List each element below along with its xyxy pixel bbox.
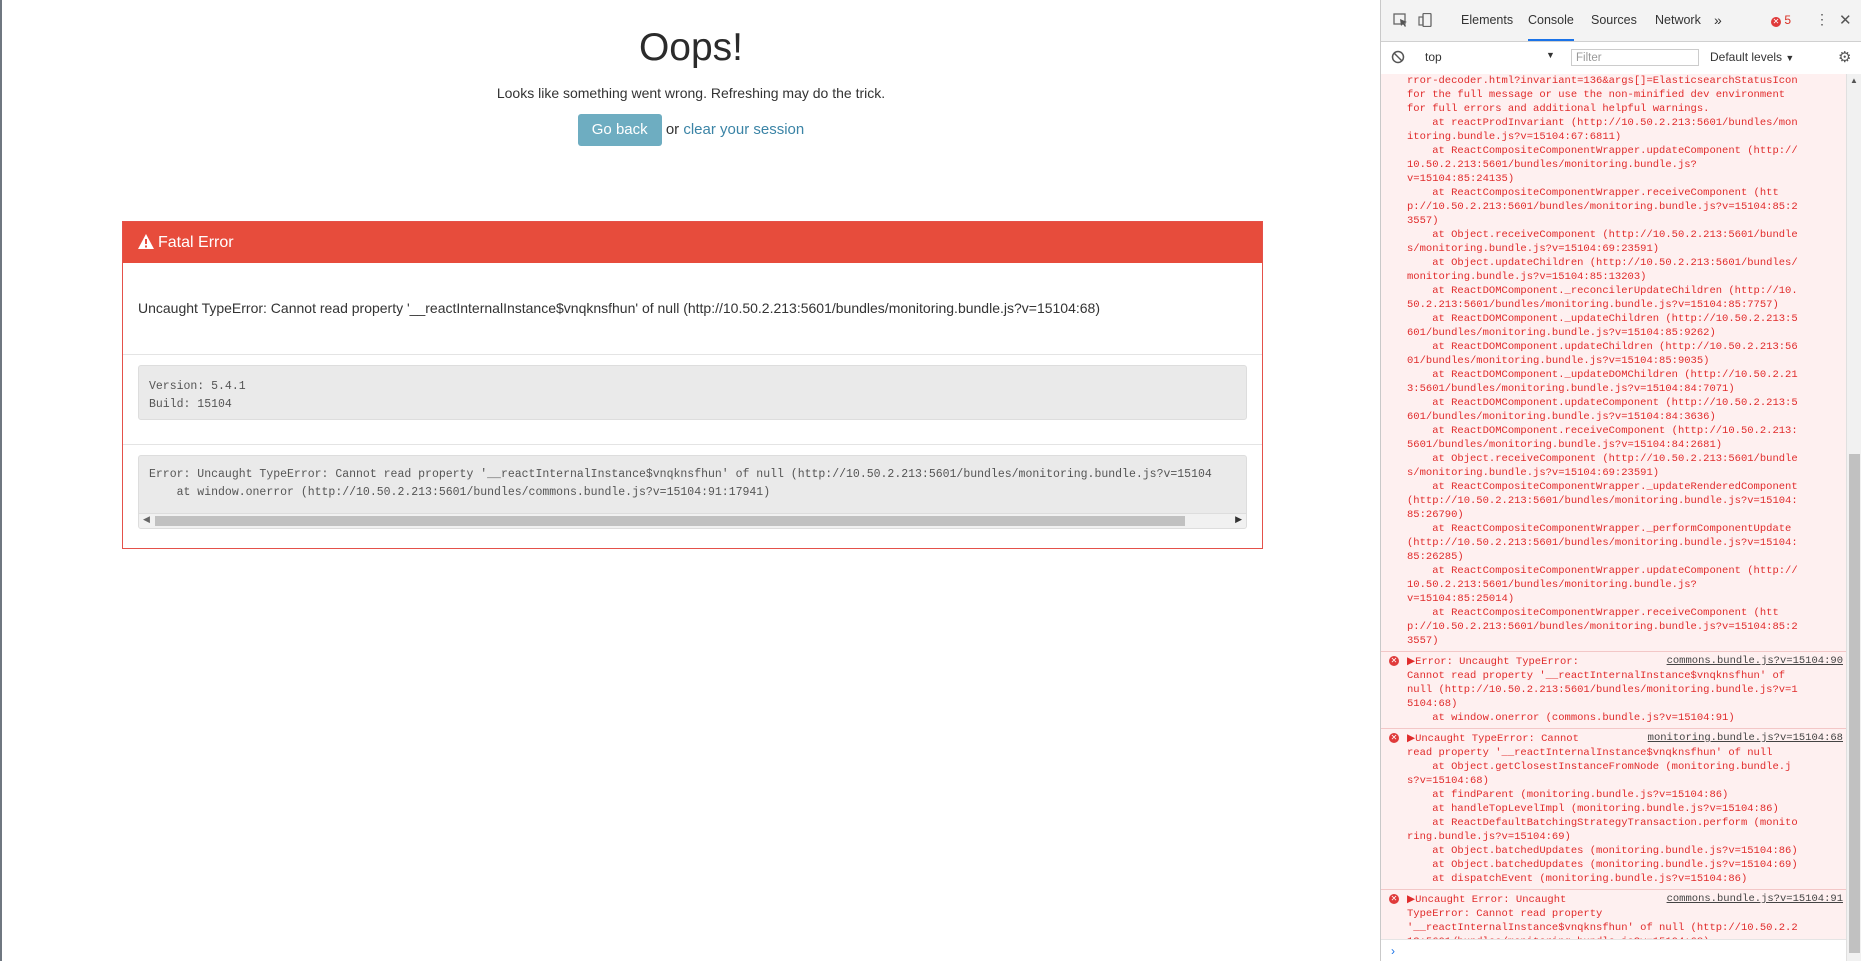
error-actions: Go back or clear your session — [2, 114, 1380, 146]
log-levels-label: Default levels — [1710, 50, 1783, 64]
error-icon: ✕ — [1389, 733, 1399, 743]
console-filter-bar: top ▼ Filter Default levels ▼ ⚙ — [1381, 42, 1861, 75]
inspect-element-icon[interactable] — [1393, 13, 1409, 27]
stack-section: Error: Uncaught TypeError: Cannot read p… — [123, 445, 1262, 545]
console-output: rror-decoder.html?invariant=136&args[]=E… — [1381, 74, 1847, 961]
build-line: Build: 15104 — [149, 398, 232, 411]
stack-box: Error: Uncaught TypeError: Cannot read p… — [138, 455, 1247, 529]
log-levels-select[interactable]: Default levels ▼ — [1710, 50, 1794, 64]
source-link[interactable]: commons.bundle.js?v=15104:91 — [1667, 893, 1843, 905]
console-entry: rror-decoder.html?invariant=136&args[]=E… — [1381, 74, 1847, 648]
panel-title: Fatal Error — [158, 234, 234, 251]
page-title: Oops! — [638, 26, 744, 69]
console-scrollbar[interactable]: ▲ — [1846, 74, 1861, 961]
console-entry[interactable]: ✕ commons.bundle.js?v=15104:90 ▶Error: U… — [1381, 655, 1847, 725]
scroll-right-icon[interactable]: ▶ — [1235, 515, 1242, 525]
tab-network[interactable]: Network — [1655, 0, 1701, 41]
error-icon: ✕ — [1389, 656, 1399, 666]
error-count: 5 — [1784, 13, 1792, 27]
page-subtitle: Looks like something went wrong. Refresh… — [496, 85, 886, 101]
context-dropdown-icon[interactable]: ▼ — [1546, 50, 1555, 60]
clear-session-link[interactable]: clear your session — [683, 121, 804, 138]
version-section: Version: 5.4.1 Build: 15104 — [123, 355, 1262, 445]
console-scroll-thumb[interactable] — [1849, 454, 1860, 953]
stack-text: Error: Uncaught TypeError: Cannot read p… — [139, 456, 1246, 514]
context-selector[interactable]: top — [1425, 50, 1442, 64]
filter-input[interactable]: Filter — [1571, 49, 1699, 66]
more-options-icon[interactable]: ⋮ — [1815, 11, 1829, 28]
source-link[interactable]: monitoring.bundle.js?v=15104:68 — [1648, 732, 1843, 744]
scroll-up-icon[interactable]: ▲ — [1850, 76, 1858, 85]
console-message: ▶Uncaught TypeError: Cannot read propert… — [1407, 733, 1798, 885]
panel-header: Fatal Error — [123, 222, 1262, 263]
version-box: Version: 5.4.1 Build: 15104 — [138, 365, 1247, 420]
error-icon: ✕ — [1771, 17, 1781, 27]
error-message: Uncaught TypeError: Cannot read property… — [123, 263, 1262, 355]
source-link[interactable]: commons.bundle.js?v=15104:90 — [1667, 655, 1843, 667]
warning-icon — [138, 234, 154, 249]
kibana-error-page: Oops! Looks like something went wrong. R… — [2, 0, 1380, 961]
scroll-left-icon[interactable]: ◀ — [143, 515, 150, 525]
horizontal-scrollbar[interactable]: ◀ ▶ — [139, 513, 1246, 528]
stack-line: Error: Uncaught TypeError: Cannot read p… — [149, 468, 1212, 481]
console-prompt[interactable]: › — [1381, 939, 1847, 961]
close-icon[interactable]: ✕ — [1839, 11, 1852, 29]
tab-elements[interactable]: Elements — [1461, 0, 1513, 41]
clear-console-icon[interactable] — [1391, 50, 1405, 64]
go-back-button[interactable]: Go back — [577, 114, 662, 146]
stack-line: at window.onerror (http://10.50.2.213:56… — [149, 486, 771, 499]
devtools-panel: Elements Console Sources Network » ✕ 5 ⋮… — [1380, 0, 1861, 961]
scroll-thumb[interactable] — [155, 516, 1185, 526]
error-count-badge[interactable]: ✕ 5 — [1771, 13, 1791, 27]
devtools-toolbar: Elements Console Sources Network » ✕ 5 ⋮… — [1381, 0, 1861, 42]
levels-dropdown-icon: ▼ — [1785, 53, 1795, 63]
device-toolbar-icon[interactable] — [1418, 13, 1434, 27]
error-icon: ✕ — [1389, 894, 1399, 904]
or-text: or — [665, 120, 680, 138]
fatal-error-panel: Fatal Error Uncaught TypeError: Cannot r… — [122, 221, 1263, 549]
version-line: Version: 5.4.1 — [149, 380, 246, 393]
stack-trace-text[interactable]: rror-decoder.html?invariant=136&args[]=E… — [1381, 74, 1847, 648]
tab-console[interactable]: Console — [1528, 0, 1574, 41]
tab-sources[interactable]: Sources — [1591, 0, 1637, 41]
more-tabs-icon[interactable]: » — [1714, 0, 1722, 41]
console-entry[interactable]: ✕ monitoring.bundle.js?v=15104:68 ▶Uncau… — [1381, 732, 1847, 886]
console-settings-icon[interactable]: ⚙ — [1838, 48, 1851, 66]
